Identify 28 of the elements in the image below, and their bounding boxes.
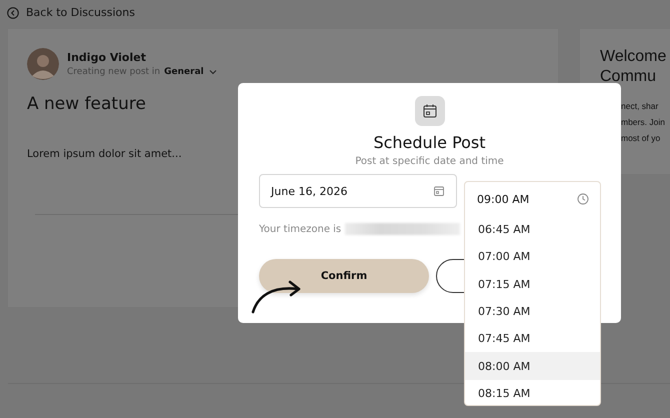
time-option[interactable]: 08:15 AM (465, 380, 600, 408)
confirm-button[interactable]: Confirm (259, 259, 429, 293)
author-name: Indigo Violet (67, 51, 147, 64)
back-icon (7, 6, 19, 18)
calendar-icon (433, 185, 445, 197)
chevron-down-icon (208, 69, 217, 75)
clock-icon (577, 193, 589, 205)
timezone-label: Your timezone is (259, 224, 342, 234)
dialog-title: Schedule Post (373, 133, 486, 152)
time-option[interactable]: 07:45 AM (465, 325, 600, 352)
welcome-text: mbers. Join (621, 116, 666, 129)
welcome-heading: Commu (600, 67, 658, 87)
avatar (27, 48, 59, 80)
welcome-text: nect, shar (621, 100, 660, 113)
back-link[interactable]: Back to Discussions (7, 6, 135, 19)
calendar-icon (422, 103, 438, 119)
time-field[interactable]: 09:00 AM (465, 182, 600, 216)
time-option[interactable]: 07:30 AM (465, 298, 600, 326)
time-option[interactable]: 06:45 AM (465, 216, 600, 244)
time-option[interactable]: 07:15 AM (465, 270, 600, 298)
date-field[interactable]: June 16, 2026 (259, 174, 457, 208)
welcome-text: most of yo (621, 132, 662, 145)
community-dropdown[interactable]: General (164, 67, 217, 77)
time-option[interactable]: 07:00 AM (465, 243, 600, 271)
dialog-subtitle: Post at specific date and time (355, 156, 504, 167)
welcome-heading: Welcome (600, 47, 668, 67)
post-context: Creating new post in (67, 67, 160, 77)
time-option[interactable]: 08:00 AM (465, 352, 600, 380)
